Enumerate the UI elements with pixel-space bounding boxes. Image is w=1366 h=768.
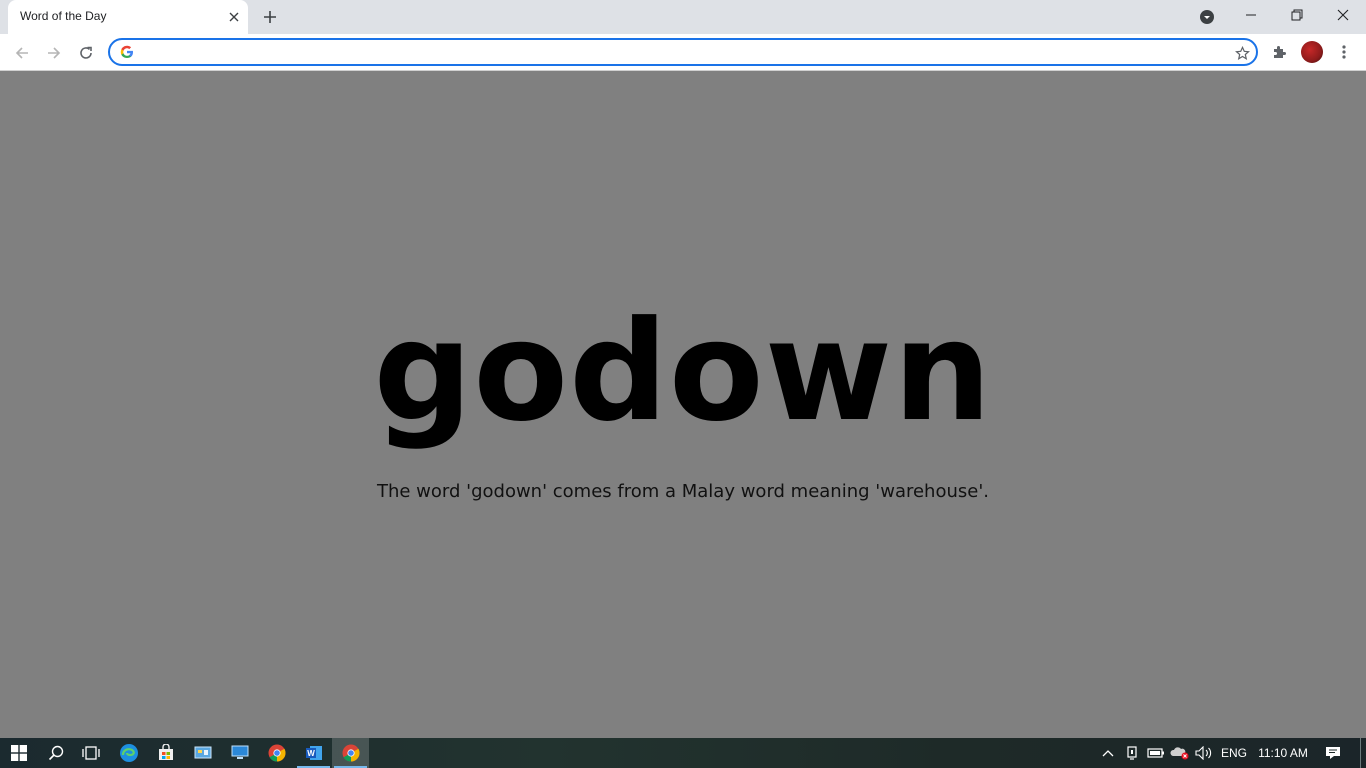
- browser-toolbar: [0, 34, 1366, 71]
- edge-browser-icon[interactable]: [110, 738, 147, 768]
- task-view-icon[interactable]: [72, 738, 109, 768]
- clock-time: 11:10 AM: [1258, 746, 1308, 760]
- language-label: ENG: [1220, 746, 1247, 760]
- close-tab-icon[interactable]: [224, 7, 244, 27]
- store-icon[interactable]: [147, 738, 184, 768]
- chrome-icon[interactable]: [258, 738, 295, 768]
- search-icon[interactable]: [37, 738, 74, 768]
- clock[interactable]: 11:10 AM: [1252, 738, 1314, 768]
- close-window-button[interactable]: [1320, 0, 1366, 30]
- reload-button[interactable]: [72, 39, 100, 67]
- microphone-privacy-icon[interactable]: [1122, 738, 1142, 768]
- svg-text:W: W: [307, 749, 315, 758]
- minimize-button[interactable]: [1228, 0, 1274, 30]
- kebab-menu-icon[interactable]: [1334, 39, 1354, 65]
- profile-avatar[interactable]: [1301, 41, 1323, 63]
- tab-title: Word of the Day: [20, 9, 107, 23]
- address-bar[interactable]: [108, 38, 1258, 66]
- address-input[interactable]: [142, 43, 1212, 61]
- forward-button[interactable]: [40, 39, 68, 67]
- word-of-the-day: godown: [373, 291, 993, 452]
- page-content: godown The word 'godown' comes from a Ma…: [0, 71, 1366, 738]
- extensions-puzzle-icon[interactable]: [1268, 39, 1292, 65]
- tab-search-icon[interactable]: [1196, 6, 1218, 28]
- title-bar: Word of the Day: [0, 0, 1366, 34]
- volume-icon[interactable]: [1193, 738, 1215, 768]
- start-windows-icon[interactable]: [0, 738, 37, 768]
- input-language[interactable]: ENG: [1218, 738, 1250, 768]
- word-origin-text: The word 'godown' comes from a Malay wor…: [376, 481, 990, 502]
- battery-icon[interactable]: [1145, 738, 1167, 768]
- word-app-icon[interactable]: W: [295, 738, 332, 768]
- show-desktop-divider[interactable]: [1360, 738, 1361, 768]
- google-icon: [120, 45, 133, 58]
- show-hidden-icons-chevron-icon[interactable]: [1098, 738, 1118, 768]
- browser-tab[interactable]: Word of the Day: [8, 0, 248, 34]
- onedrive-error-icon[interactable]: [1169, 738, 1191, 768]
- restore-button[interactable]: [1274, 0, 1320, 30]
- new-tab-button[interactable]: [258, 5, 282, 29]
- back-button[interactable]: [8, 39, 36, 67]
- bookmark-star-icon[interactable]: [1232, 43, 1252, 63]
- windows-taskbar: W ENG 11:10 AM: [0, 738, 1366, 768]
- action-center-notification-icon[interactable]: [1322, 738, 1344, 768]
- remote-desktop-icon[interactable]: [221, 738, 258, 768]
- control-panel-icon[interactable]: [184, 738, 221, 768]
- chrome-active-icon[interactable]: [332, 738, 369, 768]
